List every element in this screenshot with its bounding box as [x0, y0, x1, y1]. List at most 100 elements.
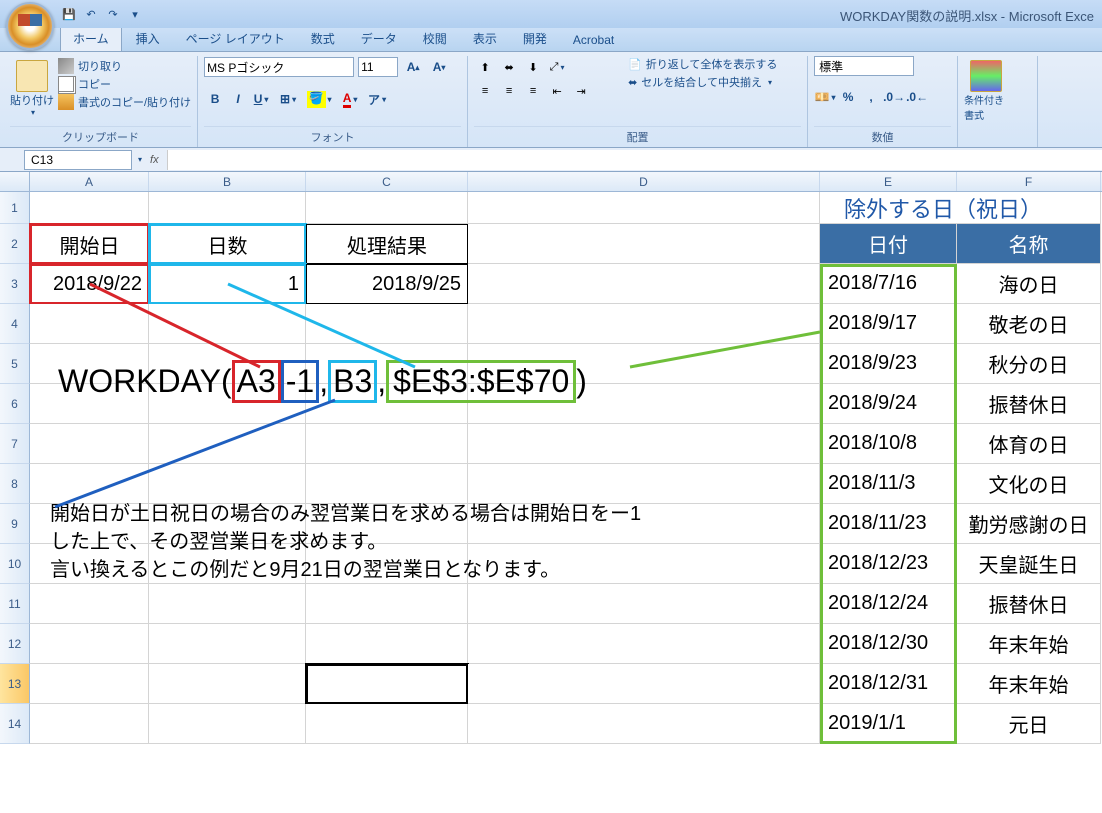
col-header-a[interactable]: A	[30, 172, 149, 191]
row-header[interactable]: 2	[0, 224, 30, 264]
cell[interactable]	[468, 424, 820, 464]
cell[interactable]	[149, 464, 306, 504]
fx-icon[interactable]: fx	[150, 154, 159, 166]
row-header[interactable]: 5	[0, 344, 30, 384]
tab-view[interactable]: 表示	[461, 26, 509, 51]
accounting-format-button[interactable]: 💴▾	[814, 86, 836, 108]
col-header-c[interactable]: C	[306, 172, 468, 191]
cell-days-value[interactable]: 1	[149, 264, 306, 304]
holiday-name[interactable]: 秋分の日	[957, 344, 1101, 384]
select-all-corner[interactable]	[0, 172, 30, 191]
row-header[interactable]: 6	[0, 384, 30, 424]
font-size-select[interactable]	[358, 57, 398, 77]
col-header-e[interactable]: E	[820, 172, 957, 191]
align-left-button[interactable]: ≡	[474, 80, 496, 102]
row-header[interactable]: 12	[0, 624, 30, 664]
cell[interactable]	[306, 624, 468, 664]
align-bottom-button[interactable]: ⬇	[522, 56, 544, 78]
cell[interactable]	[30, 304, 149, 344]
row-header[interactable]: 8	[0, 464, 30, 504]
tab-data[interactable]: データ	[349, 26, 409, 51]
row-header[interactable]: 9	[0, 504, 30, 544]
tab-acrobat[interactable]: Acrobat	[561, 29, 626, 51]
holiday-name[interactable]: 元日	[957, 704, 1101, 744]
decrease-decimal-button[interactable]: .0←	[906, 86, 928, 108]
cell[interactable]	[468, 664, 820, 704]
holiday-date[interactable]: 2018/12/31	[820, 664, 957, 704]
formula-input[interactable]	[167, 150, 1102, 170]
percent-button[interactable]: %	[837, 86, 859, 108]
tab-formulas[interactable]: 数式	[299, 26, 347, 51]
redo-icon[interactable]: ↷	[104, 5, 122, 23]
cell[interactable]	[468, 224, 820, 264]
cell[interactable]	[468, 464, 820, 504]
align-center-button[interactable]: ≡	[498, 80, 520, 102]
col-header-b[interactable]: B	[149, 172, 306, 191]
shrink-font-button[interactable]: A▾	[428, 56, 450, 78]
holiday-name[interactable]: 文化の日	[957, 464, 1101, 504]
row-header[interactable]: 7	[0, 424, 30, 464]
holiday-name[interactable]: 体育の日	[957, 424, 1101, 464]
row-header[interactable]: 1	[0, 192, 30, 224]
row-header[interactable]: 11	[0, 584, 30, 624]
cell[interactable]	[468, 584, 820, 624]
cell[interactable]	[30, 664, 149, 704]
cell-header-days[interactable]: 日数	[149, 224, 306, 264]
cell[interactable]	[468, 624, 820, 664]
col-header-d[interactable]: D	[468, 172, 820, 191]
cell[interactable]	[30, 624, 149, 664]
copy-button[interactable]: コピー	[58, 76, 191, 92]
cell[interactable]	[468, 264, 820, 304]
office-button[interactable]	[6, 2, 54, 50]
format-painter-button[interactable]: 書式のコピー/貼り付け	[58, 94, 191, 110]
cell-grid[interactable]: 1 除外する日（祝日） 2 開始日 日数 処理結果 日付 名称 3 2018/9…	[0, 192, 1101, 744]
name-box-dropdown-icon[interactable]: ▾	[138, 155, 142, 164]
cell[interactable]	[149, 424, 306, 464]
undo-icon[interactable]: ↶	[82, 5, 100, 23]
cell-start-value[interactable]: 2018/9/22	[30, 264, 149, 304]
holiday-date[interactable]: 2018/9/23	[820, 344, 957, 384]
col-header-f[interactable]: F	[957, 172, 1101, 191]
cell[interactable]	[30, 424, 149, 464]
name-box[interactable]	[24, 150, 132, 170]
cell[interactable]	[149, 624, 306, 664]
row-header[interactable]: 3	[0, 264, 30, 304]
comma-button[interactable]: ,	[860, 86, 882, 108]
cell[interactable]	[306, 304, 468, 344]
border-button[interactable]: ⊞▾	[273, 88, 303, 110]
phonetic-button[interactable]: ア▾	[366, 88, 388, 110]
cell[interactable]	[468, 704, 820, 744]
cell[interactable]	[30, 464, 149, 504]
holiday-name[interactable]: 勤労感謝の日	[957, 504, 1101, 544]
cell-header-start[interactable]: 開始日	[30, 224, 149, 264]
orientation-button[interactable]: ⤢▾	[546, 56, 568, 78]
holiday-date[interactable]: 2018/12/30	[820, 624, 957, 664]
cell[interactable]	[306, 704, 468, 744]
holiday-date[interactable]: 2018/12/23	[820, 544, 957, 584]
holiday-date[interactable]: 2019/1/1	[820, 704, 957, 744]
holiday-date[interactable]: 2018/9/24	[820, 384, 957, 424]
conditional-formatting-button[interactable]: 条件付き書式	[964, 56, 1008, 122]
wrap-text-button[interactable]: 📄折り返して全体を表示する	[628, 56, 777, 72]
holiday-name[interactable]: 年末年始	[957, 664, 1101, 704]
align-middle-button[interactable]: ⬌	[498, 56, 520, 78]
holiday-name[interactable]: 天皇誕生日	[957, 544, 1101, 584]
holiday-date[interactable]: 2018/7/16	[820, 264, 957, 304]
cell-header-result[interactable]: 処理結果	[306, 224, 468, 264]
holiday-name[interactable]: 海の日	[957, 264, 1101, 304]
merge-center-button[interactable]: ⬌セルを結合して中央揃え▾	[628, 74, 777, 90]
number-format-select[interactable]	[814, 56, 914, 76]
cell[interactable]	[30, 192, 149, 224]
underline-button[interactable]: U▾	[250, 88, 272, 110]
tab-pagelayout[interactable]: ページ レイアウト	[174, 26, 297, 51]
row-header[interactable]: 14	[0, 704, 30, 744]
holiday-name[interactable]: 振替休日	[957, 584, 1101, 624]
tab-home[interactable]: ホーム	[60, 25, 122, 51]
bold-button[interactable]: B	[204, 88, 226, 110]
selected-cell[interactable]	[306, 664, 468, 704]
row-header[interactable]: 10	[0, 544, 30, 584]
row-header[interactable]: 13	[0, 664, 30, 704]
holiday-name[interactable]: 年末年始	[957, 624, 1101, 664]
cell[interactable]	[30, 584, 149, 624]
cell-result-value[interactable]: 2018/9/25	[306, 264, 468, 304]
